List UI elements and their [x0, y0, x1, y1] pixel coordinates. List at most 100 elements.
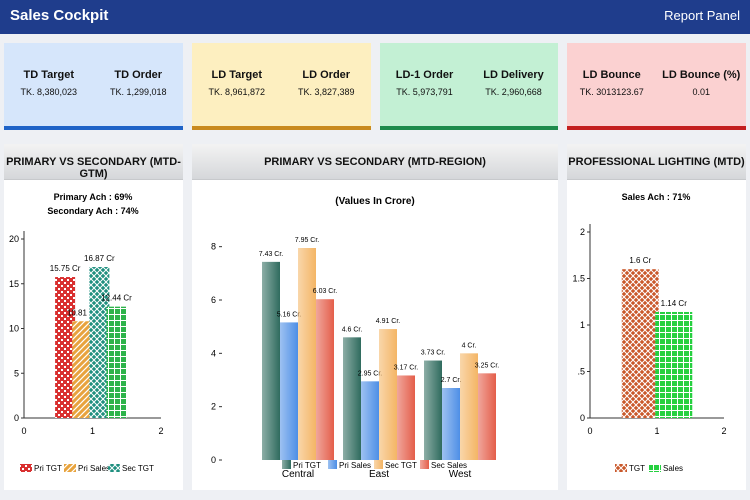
x-tick-label: 1	[90, 426, 95, 436]
bar	[621, 269, 659, 418]
chart-title: Sales Ach : 71%	[622, 192, 691, 202]
bar	[361, 381, 379, 460]
kpi-value: TK. 3013123.67	[579, 87, 644, 97]
y-tick-label: 10	[9, 324, 19, 334]
bar	[478, 373, 496, 460]
report-panel-link[interactable]: Report Panel	[664, 8, 740, 23]
x-tick-label: East	[369, 469, 389, 480]
y-tick-label: 2	[580, 227, 585, 237]
kpi-value: TK. 1,299,018	[109, 87, 167, 97]
data-label: 2.95 Cr.	[358, 370, 383, 377]
panel-gtm: PRIMARY VS SECONDARY (MTD-GTM) Primary A…	[4, 144, 183, 490]
y-tick-label: 6	[211, 295, 216, 305]
kpi-value: 0.01	[692, 87, 711, 97]
y-tick-label: 0	[580, 413, 585, 423]
data-label: 1.6 Cr	[629, 256, 651, 265]
legend-swatch	[20, 464, 32, 472]
data-label: 3.25 Cr.	[475, 362, 500, 369]
y-tick-label: 15	[9, 279, 19, 289]
bar	[280, 322, 298, 460]
kpi-td-order: TD Order TK. 1,299,018	[94, 69, 184, 97]
legend-swatch	[64, 464, 76, 472]
kpi-value: TK. 8,961,872	[208, 87, 266, 97]
legend-swatch	[420, 460, 429, 469]
x-tick-label: Central	[282, 469, 314, 480]
panel-lighting: PROFESSIONAL LIGHTING (MTD) Sales Ach : …	[567, 144, 746, 490]
data-label: 2.7 Cr.	[441, 377, 462, 384]
data-label: 12.44 Cr	[101, 294, 132, 303]
y-tick-label: .5	[577, 367, 585, 377]
bar	[343, 337, 361, 460]
kpi-ld-order: LD Order TK. 3,827,389	[282, 69, 372, 97]
bar	[424, 360, 442, 460]
kpi-label: TD Target	[23, 69, 75, 81]
x-tick-label: 2	[721, 426, 726, 436]
kpi-label: LD Delivery	[483, 69, 544, 81]
bar	[55, 277, 76, 418]
kpi-ld-bounce-percent: LD Bounce (%) 0.01	[657, 69, 747, 97]
y-tick-label: 1.5	[572, 274, 585, 284]
legend-swatch	[374, 460, 383, 469]
kpi-ld-1-order: LD-1 Order TK. 5,973,791	[380, 69, 469, 97]
kpi-label: LD Bounce (%)	[662, 69, 741, 81]
data-label: 15.75 Cr	[50, 264, 81, 273]
legend-swatch	[282, 460, 291, 469]
bar	[262, 261, 280, 460]
y-tick-label: 1	[580, 320, 585, 330]
data-label: 1.14 Cr	[661, 299, 688, 308]
kpi-value: TK. 2,960,668	[485, 87, 542, 97]
y-tick-label: 2	[211, 402, 216, 412]
bar	[442, 388, 460, 460]
y-tick-label: 5	[14, 368, 19, 378]
legend-swatch	[328, 460, 337, 469]
bar	[379, 329, 397, 460]
panel-title: PRIMARY VS SECONDARY (MTD-REGION)	[192, 144, 558, 180]
panel-title: PRIMARY VS SECONDARY (MTD-GTM)	[4, 144, 183, 180]
legend-label: Pri Sales	[78, 464, 110, 473]
kpi-ld-delivery: LD Delivery TK. 2,960,668	[469, 69, 558, 97]
kpi-ld-target: LD Target TK. 8,961,872	[192, 69, 282, 97]
panel-title: PROFESSIONAL LIGHTING (MTD)	[567, 144, 746, 180]
legend-swatch	[649, 464, 661, 472]
bar	[298, 248, 316, 460]
kpi-label: LD Target	[211, 69, 263, 81]
kpi-value: TK. 8,380,023	[20, 87, 78, 97]
panel-region: PRIMARY VS SECONDARY (MTD-REGION) (Value…	[192, 144, 558, 490]
kpi-label: LD-1 Order	[395, 69, 454, 81]
data-label: 4.91 Cr.	[376, 318, 401, 325]
kpi-card-ld: LD Target TK. 8,961,872 LD Order TK. 3,8…	[192, 43, 371, 130]
y-tick-label: 20	[9, 234, 19, 244]
kpi-card-bounce: LD Bounce TK. 3013123.67 LD Bounce (%) 0…	[567, 43, 746, 130]
kpi-label: LD Order	[302, 69, 351, 81]
legend-label: Pri Sales	[339, 461, 371, 470]
data-label: 7.43 Cr.	[259, 251, 284, 258]
region-chart: (Values In Crore) 0 2 4 6 8 7.43 Cr. 5.16 Cr. 7.…	[211, 196, 500, 480]
top-bar: Sales Cockpit Report Panel	[0, 0, 750, 34]
chart-title: (Values In Crore)	[335, 196, 414, 207]
data-label: 4.6 Cr.	[342, 326, 363, 333]
bar	[316, 299, 334, 460]
kpi-value: TK. 3,827,389	[297, 87, 355, 97]
kpi-card-td: TD Target TK. 8,380,023 TD Order TK. 1,2…	[4, 43, 183, 130]
bar	[655, 311, 693, 418]
legend-label: Pri TGT	[34, 464, 62, 473]
legend-label: Sales	[663, 464, 683, 473]
kpi-label: TD Order	[114, 69, 163, 81]
legend-label: Sec Sales	[431, 461, 467, 470]
chart-title: Primary Ach : 69%	[54, 192, 133, 202]
legend-label: Sec TGT	[122, 464, 154, 473]
data-label: 4 Cr.	[462, 342, 477, 349]
kpi-label: LD Bounce	[582, 69, 641, 81]
bar	[106, 306, 127, 418]
bar	[72, 321, 93, 418]
y-tick-label: 0	[14, 413, 19, 423]
lighting-chart: Sales Ach : 71% 0 .5 1 1.5 2 0 1 2 1.6 Cr 1.14 Cr T…	[572, 192, 726, 473]
chart-subtitle: Secondary Ach : 74%	[47, 206, 138, 216]
kpi-td-target: TD Target TK. 8,380,023	[4, 69, 94, 97]
y-tick-label: 8	[211, 242, 216, 252]
legend-label: Sec TGT	[385, 461, 417, 470]
legend-label: TGT	[629, 464, 645, 473]
data-label: 3.73 Cr.	[421, 350, 446, 357]
data-label: 6.03 Cr.	[313, 288, 338, 295]
data-label: 3.17 Cr.	[394, 364, 419, 371]
